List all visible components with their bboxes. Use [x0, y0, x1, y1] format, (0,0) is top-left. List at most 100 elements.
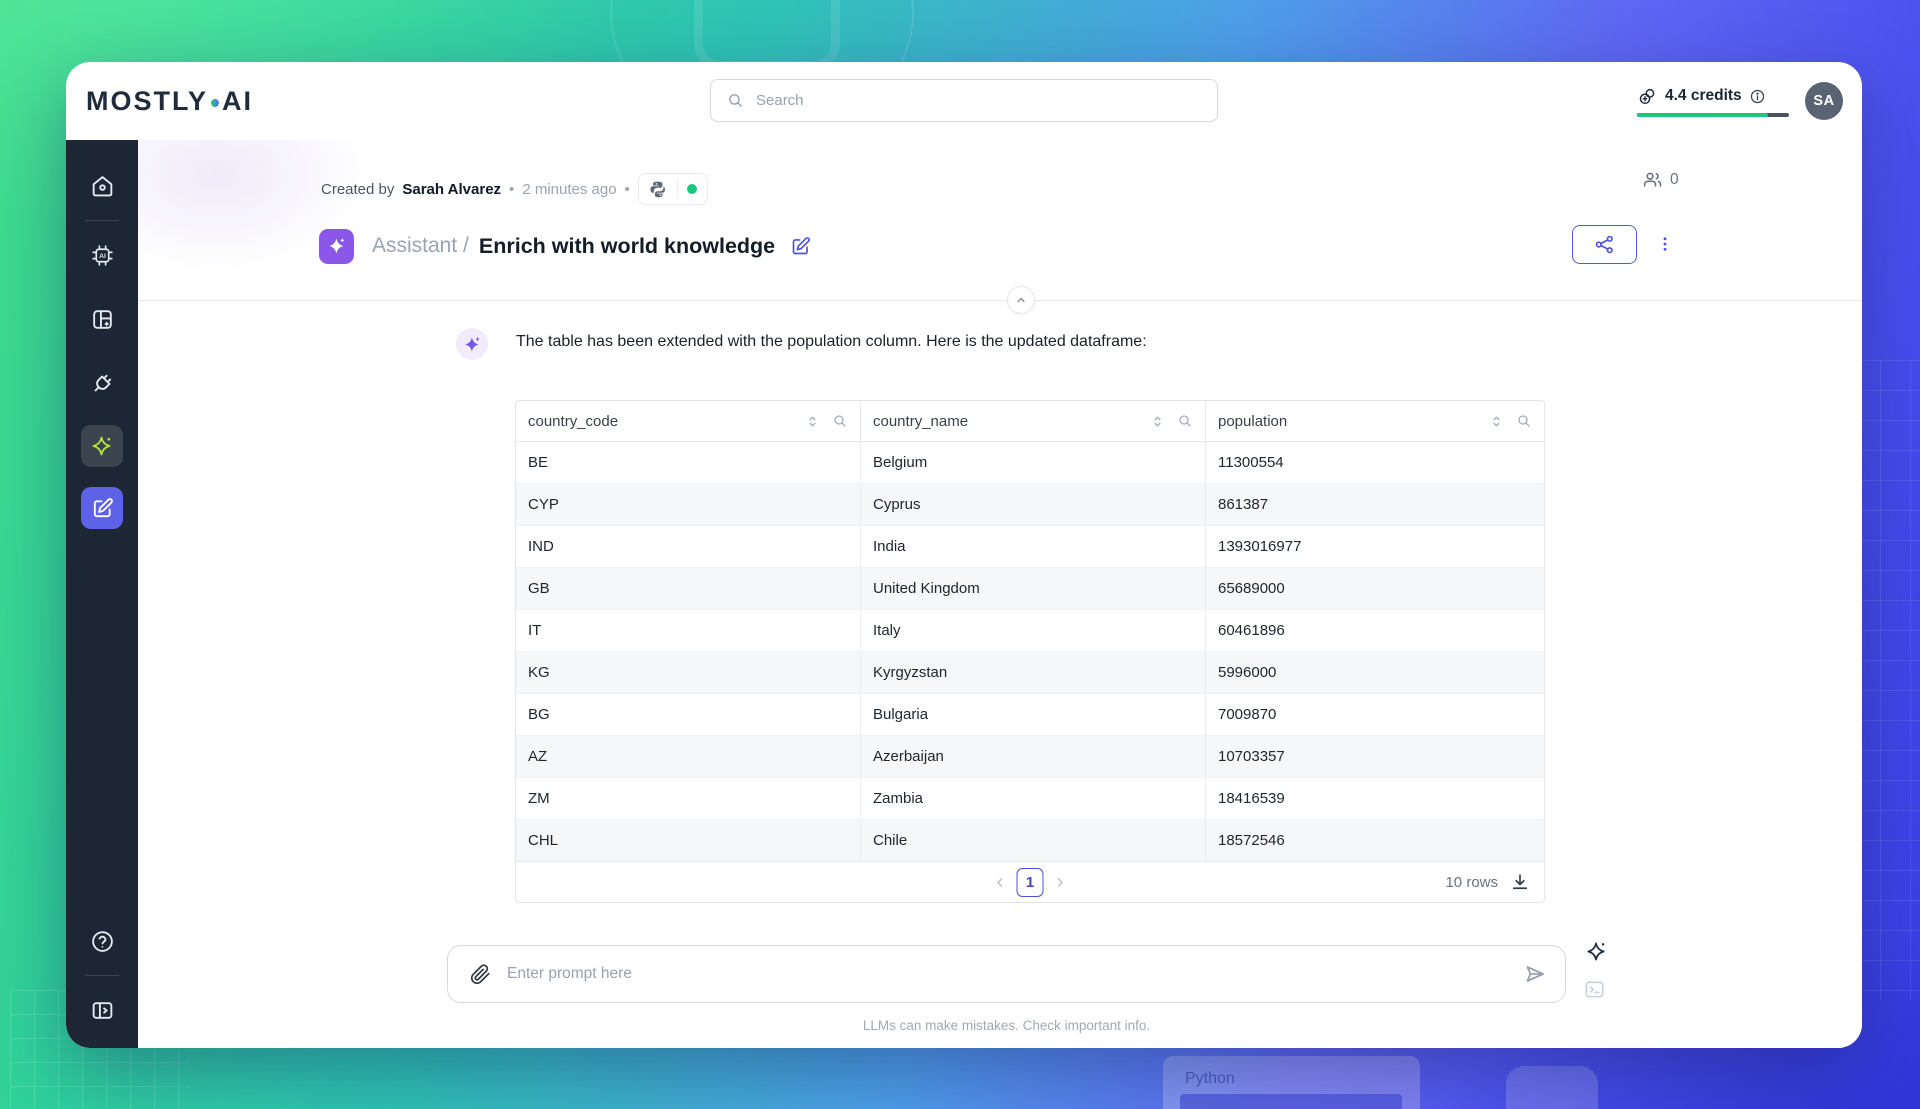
info-icon[interactable]: [1749, 88, 1766, 105]
table-cell: 5996000: [1205, 652, 1544, 693]
table-row: ZM Zambia 18416539: [516, 777, 1544, 819]
bg-python-label: Python: [1185, 1070, 1235, 1087]
mostly-ai-logo[interactable]: MOSTLY AI: [86, 86, 253, 117]
current-page-button[interactable]: 1: [1016, 867, 1044, 897]
assistant-avatar: [319, 228, 354, 264]
credits-widget[interactable]: 4.4 credits: [1637, 86, 1789, 117]
sidebar-item-assistant[interactable]: [81, 425, 123, 467]
people-icon: [1643, 172, 1662, 187]
attach-file-button[interactable]: [470, 963, 491, 985]
breadcrumb[interactable]: Assistant /: [372, 234, 469, 258]
table-cell: 1393016977: [1205, 526, 1544, 567]
download-table-button[interactable]: [1510, 872, 1530, 892]
credits-progress-bar: [1637, 112, 1789, 117]
table-cell: 10703357: [1205, 736, 1544, 777]
magic-prompt-button[interactable]: [1585, 940, 1608, 966]
edit-pencil-icon: [93, 497, 113, 517]
bg-python-panel-bar: [1180, 1094, 1402, 1109]
column-header-population: population: [1205, 401, 1544, 441]
table-body: BE Belgium 11300554 CYP Cyprus 861387 IND India…: [516, 442, 1544, 861]
ai-chip-icon: AI: [91, 244, 113, 266]
dataset-grid-icon: [92, 309, 112, 329]
page-title: Enrich with world knowledge: [478, 233, 776, 258]
table-cell: Italy: [860, 610, 1205, 651]
prompt-input[interactable]: [505, 964, 1523, 984]
more-options-button[interactable]: [1650, 228, 1680, 260]
home-icon: [92, 175, 112, 196]
chevron-left-icon: [997, 877, 1003, 887]
created-by-prefix: Created by: [321, 180, 395, 198]
sort-icon[interactable]: [1489, 414, 1504, 429]
sidebar-item-home[interactable]: [81, 166, 123, 206]
prev-page-button[interactable]: [990, 872, 1011, 893]
column-search-icon[interactable]: [1177, 413, 1193, 429]
table-cell: AZ: [528, 748, 548, 765]
collaborator-count: 0: [1670, 171, 1679, 188]
author-name: Sarah Alvarez: [402, 180, 502, 198]
table-cell: 18416539: [1205, 778, 1544, 819]
sidebar-collapse-toggle[interactable]: [81, 990, 123, 1030]
header-divider: [138, 300, 1862, 301]
send-prompt-button[interactable]: [1523, 962, 1547, 986]
app-window: MOSTLY AI 4.4 credits SA: [66, 62, 1862, 1048]
column-header-country-name: country_name: [860, 401, 1205, 441]
sidebar-item-editor-active[interactable]: [81, 487, 123, 529]
sort-icon[interactable]: [1150, 414, 1165, 429]
rows-info: 10 rows: [1445, 872, 1530, 892]
sidebar-item-help[interactable]: [81, 921, 123, 961]
search-input[interactable]: [754, 91, 1217, 110]
sidebar: AI: [66, 140, 138, 1048]
chevron-right-icon: [1057, 877, 1063, 887]
table-cell: United Kingdom: [860, 568, 1205, 609]
coins-icon: [1639, 88, 1655, 104]
column-search-icon[interactable]: [832, 413, 848, 429]
compose-edit-icon: [792, 236, 811, 254]
sort-icon[interactable]: [805, 414, 820, 429]
table-cell: IT: [528, 622, 542, 639]
table-cell: CYP: [528, 496, 559, 513]
table-cell: Zambia: [860, 778, 1205, 819]
sidebar-divider: [85, 975, 119, 976]
topbar: MOSTLY AI 4.4 credits SA: [66, 62, 1862, 140]
runtime-status-pill[interactable]: [637, 173, 708, 205]
table-cell: Belgium: [860, 442, 1205, 483]
share-button[interactable]: [1572, 225, 1637, 264]
table-cell: Azerbaijan: [860, 736, 1205, 777]
collaborators-counter[interactable]: 0: [1643, 170, 1679, 190]
sidebar-item-generators[interactable]: AI: [81, 235, 123, 275]
kebab-menu-icon: [1663, 237, 1667, 251]
logo-text-suffix: AI: [222, 85, 254, 116]
table-row: CHL Chile 18572546: [516, 819, 1544, 861]
column-header-country-code: country_code: [516, 401, 860, 441]
table-row: BG Bulgaria 7009870: [516, 693, 1544, 735]
global-search: [710, 79, 1218, 122]
table-row: GB United Kingdom 65689000: [516, 567, 1544, 609]
user-avatar[interactable]: SA: [1805, 82, 1843, 120]
sidebar-item-datasets[interactable]: [81, 299, 123, 339]
column-search-icon[interactable]: [1516, 413, 1532, 429]
plug-icon: [94, 374, 111, 391]
assistant-message: The table has been extended with the pop…: [456, 328, 1147, 360]
llm-disclaimer: LLMs can make mistakes. Check important …: [862, 1018, 1151, 1033]
row-count-label: 10 rows: [1445, 873, 1498, 891]
document-content: Created by Sarah Alvarez • 2 minutes ago…: [138, 140, 1862, 1048]
table-cell: 861387: [1205, 484, 1544, 525]
credits-progress-fill: [1637, 112, 1768, 117]
sidebar-item-connectors[interactable]: [81, 363, 123, 403]
created-by-row: Created by Sarah Alvarez • 2 minutes ago…: [321, 173, 708, 205]
help-icon: [91, 930, 113, 952]
collapse-header-button[interactable]: [1007, 286, 1035, 314]
table-cell: 11300554: [1205, 442, 1544, 483]
table-cell: BE: [528, 454, 549, 471]
terminal-button[interactable]: [1583, 978, 1606, 1004]
next-page-button[interactable]: [1050, 872, 1071, 893]
pagination: 1: [990, 867, 1071, 897]
time-ago: 2 minutes ago: [522, 180, 617, 198]
table-cell: 60461896: [1205, 610, 1544, 651]
sidebar-divider: [85, 220, 119, 221]
table-cell: GB: [528, 580, 550, 597]
paperclip-icon: [470, 963, 490, 984]
credits-label: 4.4 credits: [1665, 87, 1742, 104]
rename-title-button[interactable]: [790, 236, 811, 257]
table-cell: 18572546: [1205, 820, 1544, 861]
